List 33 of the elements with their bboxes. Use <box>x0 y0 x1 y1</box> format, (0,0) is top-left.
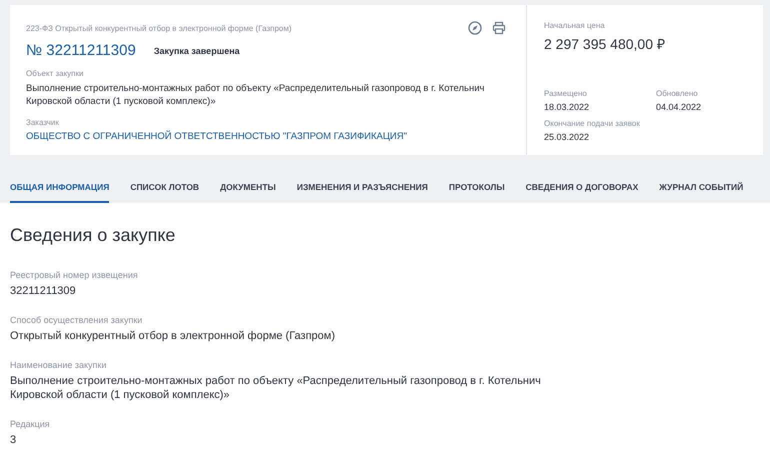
date-value: 25.03.2022 <box>544 132 590 142</box>
tab[interactable]: ДОКУМЕНТЫ <box>220 177 276 203</box>
tab[interactable]: ОБЩАЯ ИНФОРМАЦИЯ <box>10 177 110 203</box>
date-label: Размещено <box>544 89 588 98</box>
date-label: Обновлено <box>656 89 699 98</box>
field-label: Наименование закупки <box>10 360 108 370</box>
field-value: 3 <box>10 433 18 447</box>
price-value: 2 297 395 480,00 ₽ <box>544 35 666 53</box>
field-label: Способ осуществления закупки <box>10 315 144 325</box>
field-value: Выполнение строительно-монтажных работ по объекту «Распределительный газопровод в г. Котельнич Кировской области (1 пусковой комплекс)» <box>10 374 542 402</box>
date-value: 04.04.2022 <box>656 102 702 112</box>
field-label: Редакция <box>10 419 51 429</box>
field-label: Реестровый номер извещения <box>10 270 139 280</box>
status-label: Закупка завершена <box>154 46 240 56</box>
printer-icon[interactable] <box>492 21 506 35</box>
date-value: 18.03.2022 <box>544 102 590 112</box>
tab[interactable]: ПРОТОКОЛЫ <box>448 177 505 203</box>
field-label: Заказчик <box>26 118 60 127</box>
price-label: Начальная цена <box>544 21 606 30</box>
section-title: Сведения о закупке <box>10 225 176 246</box>
field-label: Объект закупки <box>26 69 84 78</box>
tab[interactable]: СПИСОК ЛОТОВ <box>130 177 200 203</box>
date-label: Окончание подачи заявок <box>544 119 641 128</box>
purchase-number: № 32211211309 <box>26 42 136 59</box>
customer-link[interactable]: ОБЩЕСТВО С ОГРАНИЧЕННОЙ ОТВЕТСТВЕННОСТЬЮ "ГАЗПРОМ ГАЗИФИКАЦИЯ" <box>26 131 526 142</box>
tab[interactable]: СВЕДЕНИЯ О ДОГОВОРАХ <box>526 177 638 203</box>
compass-icon[interactable] <box>468 21 482 35</box>
law-type: 223-ФЗ Открытый конкурентный отбор в электронной форме (Газпром) <box>26 24 292 32</box>
field-value: Открытый конкурентный отбор в электронной форме (Газпром) <box>10 329 336 343</box>
field-value: 32211211309 <box>10 284 77 298</box>
tab[interactable]: ЖУРНАЛ СОБЫТИЙ <box>659 177 744 203</box>
field-value: Выполнение строительно-монтажных работ по объекту «Распределительный газопровод в г. Котельнич Кировской области (1 пусковой комплекс)» <box>26 82 486 108</box>
tab[interactable]: ИЗМЕНЕНИЯ И РАЗЪЯСНЕНИЯ <box>296 177 428 203</box>
